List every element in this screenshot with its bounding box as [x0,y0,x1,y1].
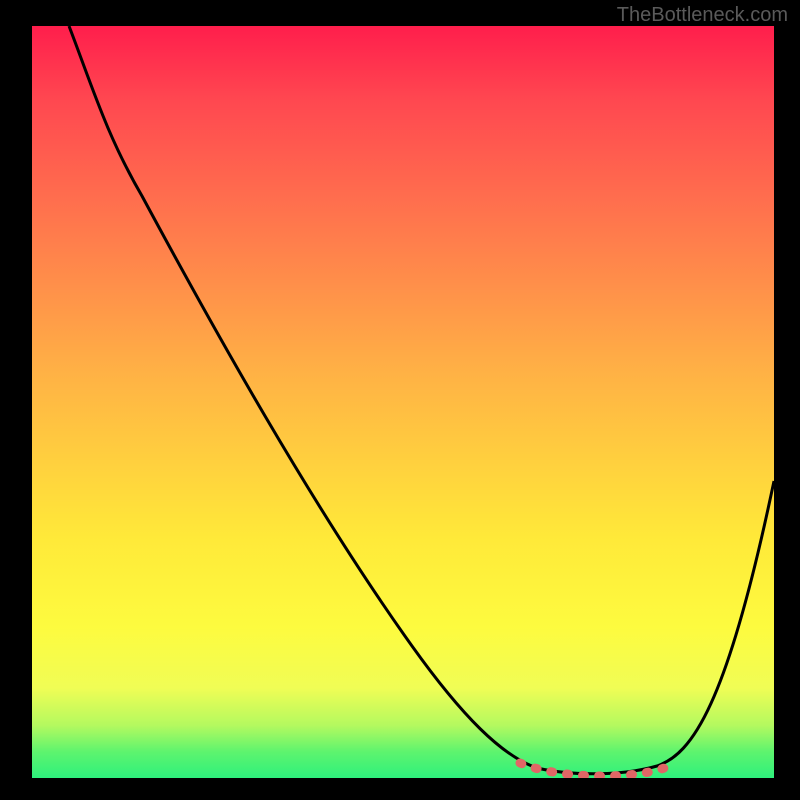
chart-svg [32,26,774,778]
bottleneck-curve-line [69,26,774,774]
chart-plot-area [32,26,774,778]
watermark-text: TheBottleneck.com [617,4,788,27]
optimal-range-highlight [520,763,670,776]
